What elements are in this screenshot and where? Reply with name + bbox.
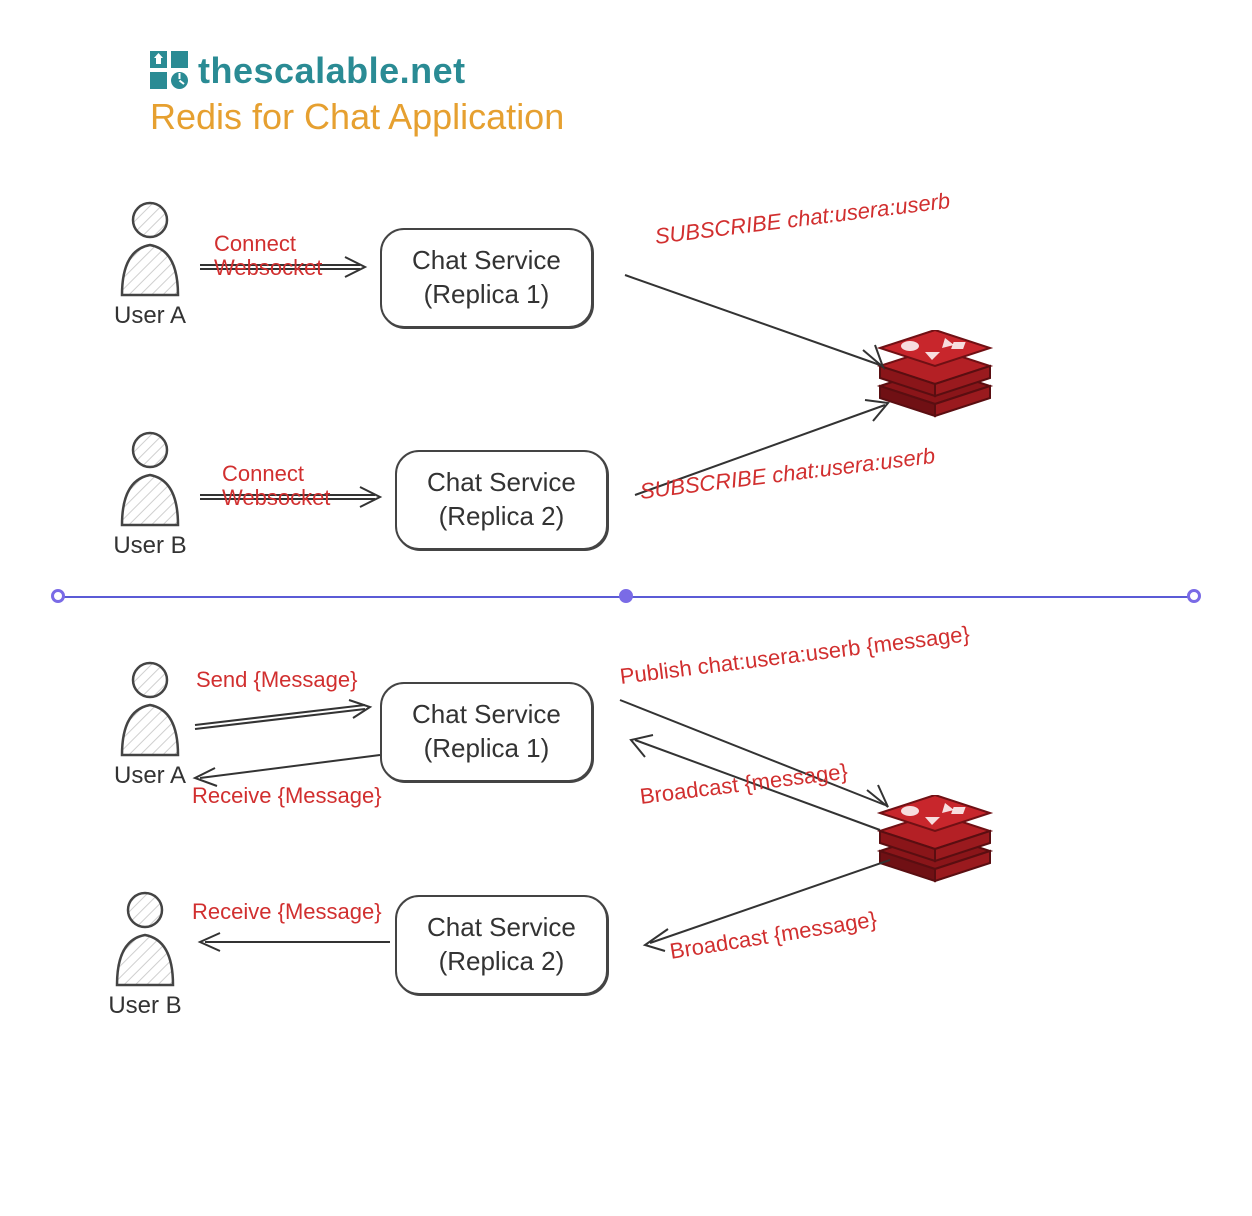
chat-service-replica-1-bottom: Chat Service (Replica 1) bbox=[380, 682, 593, 782]
section-divider bbox=[58, 590, 1194, 604]
chat-service-replica-2-top: Chat Service (Replica 2) bbox=[395, 450, 608, 550]
label-send-message: Send {Message} bbox=[196, 668, 357, 692]
arrow-send-message bbox=[195, 700, 385, 740]
label-connect-ws-a: Connect Websocket bbox=[214, 232, 322, 280]
person-icon bbox=[110, 430, 190, 530]
service-name: Chat Service bbox=[412, 244, 561, 278]
person-icon bbox=[110, 200, 190, 300]
brand-logo: thescalable.net bbox=[150, 50, 564, 92]
service-replica: (Replica 1) bbox=[412, 732, 561, 766]
service-name: Chat Service bbox=[412, 698, 561, 732]
brand-name: thescalable.net bbox=[198, 50, 466, 92]
diagram-title: Redis for Chat Application bbox=[150, 96, 564, 138]
service-replica: (Replica 2) bbox=[427, 500, 576, 534]
label-publish: Publish chat:usera:userb {message} bbox=[619, 622, 972, 689]
user-a-label: User A bbox=[110, 302, 190, 330]
user-a-label: User A bbox=[110, 762, 190, 790]
user-a-top: User A bbox=[110, 200, 190, 330]
label-receive-a: Receive {Message} bbox=[192, 784, 382, 808]
person-icon bbox=[105, 890, 185, 990]
user-b-top: User B bbox=[110, 430, 190, 560]
user-b-label: User B bbox=[110, 532, 190, 560]
arrow-svc1-to-redis bbox=[625, 275, 905, 385]
person-icon bbox=[110, 660, 190, 760]
label-receive-b: Receive {Message} bbox=[192, 900, 382, 924]
scalable-logo-icon bbox=[150, 51, 190, 91]
chat-service-replica-2-bottom: Chat Service (Replica 2) bbox=[395, 895, 608, 995]
header: thescalable.net Redis for Chat Applicati… bbox=[150, 50, 564, 138]
service-name: Chat Service bbox=[427, 911, 576, 945]
service-replica: (Replica 2) bbox=[427, 945, 576, 979]
service-name: Chat Service bbox=[427, 466, 576, 500]
service-replica: (Replica 1) bbox=[412, 278, 561, 312]
label-subscribe-1: SUBSCRIBE chat:usera:userb bbox=[654, 189, 952, 249]
user-b-label: User B bbox=[105, 992, 185, 1020]
label-connect-ws-b: Connect Websocket bbox=[222, 462, 330, 510]
chat-service-replica-1-top: Chat Service (Replica 1) bbox=[380, 228, 593, 328]
user-b-bottom: User B bbox=[105, 890, 185, 1020]
arrow-receive-b bbox=[190, 930, 400, 960]
user-a-bottom: User A bbox=[110, 660, 190, 790]
